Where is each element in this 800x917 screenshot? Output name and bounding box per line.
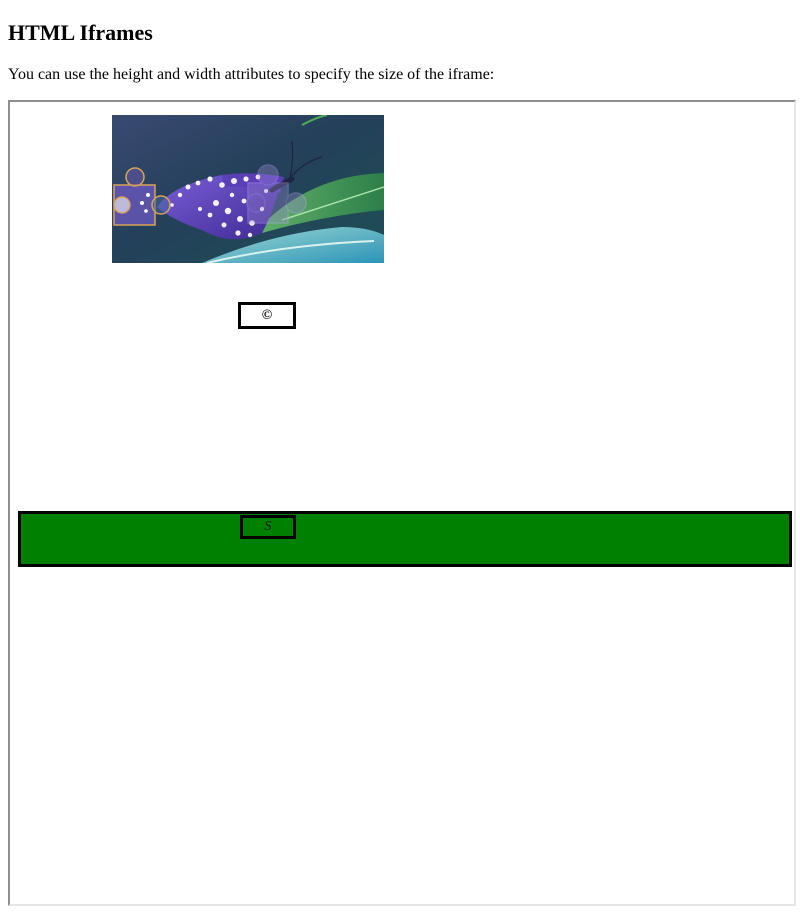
green-slider-bar[interactable]: S xyxy=(18,511,792,567)
slider-handle[interactable]: S xyxy=(240,515,296,539)
iframe-frame[interactable]: © S xyxy=(8,100,796,906)
page-title: HTML Iframes xyxy=(8,20,153,45)
captcha-symbol-box[interactable]: © xyxy=(238,302,296,329)
slider-symbol-text: S xyxy=(264,519,272,534)
butterfly-image[interactable] xyxy=(112,115,384,263)
intro-text: You can use the height and width attribu… xyxy=(8,66,495,83)
symbol-text: © xyxy=(261,307,273,323)
